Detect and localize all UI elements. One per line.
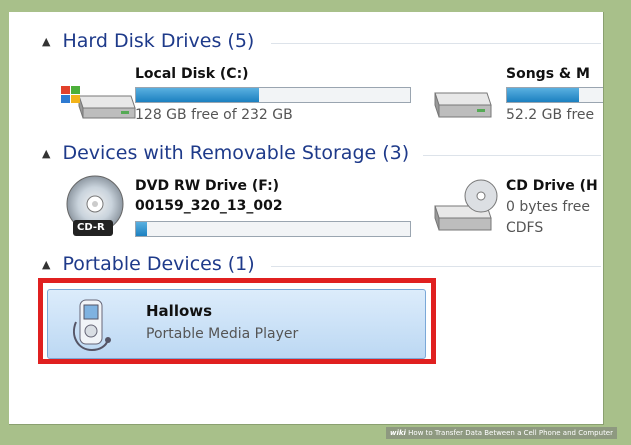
divider	[423, 155, 601, 156]
usage-bar-fill	[136, 222, 147, 236]
divider	[271, 266, 601, 267]
watermark: wiki How to Transfer Data Between a Cell…	[386, 427, 617, 439]
drive-name-songs[interactable]: Songs & M	[506, 66, 590, 82]
hard-drive-icon	[429, 87, 495, 129]
group-header-removable[interactable]: ▲ Devices with Removable Storage (3)	[42, 142, 409, 164]
explorer-panel: ▲ Hard Disk Drives (5) Local Disk (C:) 1…	[9, 12, 604, 425]
usage-bar-fill	[507, 88, 579, 102]
group-header-hard-disk[interactable]: ▲ Hard Disk Drives (5)	[42, 30, 254, 52]
group-label: Devices with Removable Storage (3)	[62, 142, 410, 164]
group-label: Portable Devices (1)	[62, 253, 255, 275]
wiki-logo: wiki	[390, 429, 406, 437]
usage-bar-songs	[506, 87, 603, 103]
drive-free-space-cd: 0 bytes free	[506, 199, 590, 215]
cd-drive-icon	[429, 178, 501, 242]
cd-r-badge: CD-R	[77, 222, 105, 233]
drive-free-space-c: 128 GB free of 232 GB	[135, 107, 293, 123]
group-label: Hard Disk Drives (5)	[62, 30, 255, 52]
collapse-triangle-icon[interactable]: ▲	[42, 258, 50, 271]
usage-bar-fill	[136, 88, 260, 102]
divider	[271, 43, 601, 44]
watermark-text: How to Transfer Data Between a Cell Phon…	[408, 429, 613, 437]
drive-free-space-songs: 52.2 GB free	[506, 107, 595, 123]
drive-label-dvd: 00159_320_13_002	[135, 198, 283, 214]
group-header-portable[interactable]: ▲ Portable Devices (1)	[42, 253, 255, 275]
drive-name-c[interactable]: Local Disk (C:)	[135, 66, 249, 82]
usage-bar-dvd	[135, 221, 411, 237]
drive-name-cd[interactable]: CD Drive (H	[506, 178, 598, 194]
red-highlight-box	[38, 278, 436, 364]
hard-drive-windows-icon	[57, 82, 137, 130]
usage-bar-c	[135, 87, 411, 103]
drive-filesystem-cd: CDFS	[506, 220, 544, 236]
drive-name-dvd[interactable]: DVD RW Drive (F:)	[135, 178, 279, 194]
dvd-disc-icon: CD-R	[61, 174, 129, 244]
collapse-triangle-icon[interactable]: ▲	[42, 147, 50, 160]
collapse-triangle-icon[interactable]: ▲	[42, 35, 50, 48]
